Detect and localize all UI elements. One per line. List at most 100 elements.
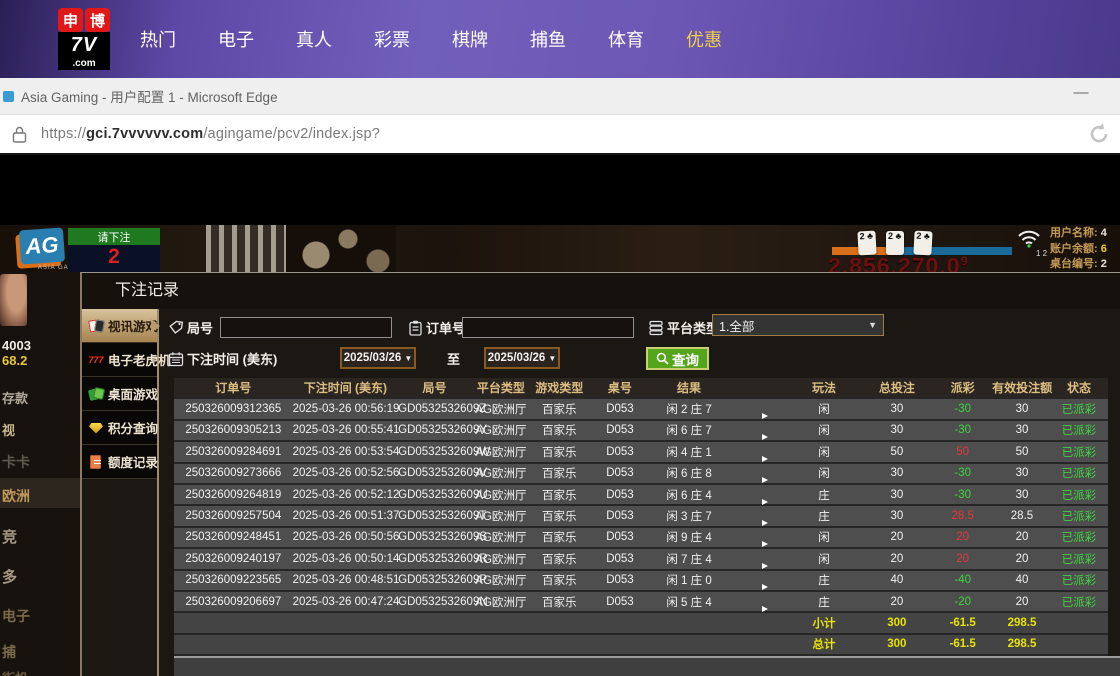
- cell-payout: -30: [933, 467, 992, 479]
- cell-platform: AG欧洲厅: [471, 422, 531, 438]
- date-from-picker[interactable]: 2025/03/26 ▼: [340, 347, 416, 369]
- minimize-button[interactable]: —: [1066, 84, 1096, 101]
- cell-valid: 20: [992, 553, 1052, 565]
- cell-table: D053: [588, 553, 652, 565]
- column-header: 下注时间 (美东): [293, 379, 399, 396]
- cell-result: 闲 6 庄 8: [652, 465, 726, 481]
- cell-total: 20: [860, 553, 933, 565]
- cell-platform: AG欧洲厅: [471, 508, 531, 524]
- table-row: 2503260093052132025-03-26 00:55:41GD0532…: [174, 421, 1108, 442]
- bet-records-table: 订单号下注时间 (美东)局号平台类型游戏类型桌号结果玩法总投注派彩有效投注额状态…: [174, 378, 1108, 656]
- cell-platform: AG欧洲厅: [471, 487, 531, 503]
- sidebar-item-label: 积分查询: [108, 418, 158, 437]
- cell-status: 已派彩: [1052, 572, 1106, 588]
- sidebar-item-label: 视讯游戏: [108, 316, 158, 335]
- cell-order: 250326009305213: [174, 424, 293, 436]
- sidebar-item-3[interactable]: 桌面游戏: [82, 377, 157, 411]
- sidebar-item-2[interactable]: 777电子老虎机: [82, 343, 157, 377]
- cell-valid: 30: [992, 467, 1052, 479]
- platform-select[interactable]: 1.全部 ▼: [712, 314, 884, 336]
- column-header: 派彩: [933, 379, 992, 396]
- cell-total: 30: [860, 403, 933, 415]
- cell-valid: 20: [992, 596, 1052, 608]
- sidebar-item-1[interactable]: 视讯游戏: [82, 309, 157, 343]
- cell-result: 闲 4 庄 1: [652, 444, 726, 460]
- summary-label: 总计: [788, 636, 861, 652]
- table-games-icon: [88, 386, 104, 402]
- nav-item-7[interactable]: 体育: [608, 26, 644, 52]
- cell-platform: AG欧洲厅: [471, 572, 531, 588]
- magnifier-icon: [656, 352, 669, 365]
- cell-valid: 30: [992, 489, 1052, 501]
- url-text[interactable]: https://gci.7vvvvvv.com/agingame/pcv2/in…: [41, 126, 380, 142]
- curtain-stripes: [206, 225, 286, 272]
- nav-item-2[interactable]: 电子: [218, 26, 254, 52]
- browser-urlbar[interactable]: https://gci.7vvvvvv.com/agingame/pcv2/in…: [0, 115, 1120, 155]
- cell-result: 闲 9 庄 4: [652, 529, 726, 545]
- cell-status: 已派彩: [1052, 465, 1106, 481]
- site-logo[interactable]: 申 博 7V .com: [58, 8, 112, 70]
- to-label: 至: [447, 349, 460, 368]
- table-row: 2503260093123652025-03-26 00:56:19GD0532…: [174, 399, 1108, 420]
- nav-item-4[interactable]: 彩票: [374, 26, 410, 52]
- site-nav: 申 博 7V .com 热门 电子 真人 彩票 棋牌 捕鱼 体育 优惠: [0, 0, 1120, 78]
- cell-payout: -30: [933, 489, 992, 501]
- nav-item-1[interactable]: 热门: [140, 26, 176, 52]
- summary-cell: -61.5: [933, 617, 992, 629]
- date-to-picker[interactable]: 2025/03/26 ▼: [484, 347, 560, 369]
- cell-result: 闲 1 庄 0: [652, 572, 726, 588]
- cell-payout: 28.5: [933, 510, 992, 522]
- summary-cell: 300: [860, 638, 933, 650]
- cell-game: 百家乐: [531, 422, 588, 438]
- cell-time: 2025-03-26 00:47:24: [293, 596, 399, 608]
- sidebar-item-5[interactable]: 额度记录: [82, 445, 157, 479]
- cell-game: 百家乐: [531, 529, 588, 545]
- logo-char-2: 博: [85, 8, 110, 32]
- background-text-fragment: 4003: [2, 338, 31, 353]
- order-input[interactable]: [462, 317, 634, 338]
- modal-title: 下注记录: [82, 273, 1120, 309]
- search-button[interactable]: 查询: [646, 347, 709, 370]
- cell-round: GD0532532609R: [398, 553, 471, 565]
- gem-icon: [88, 420, 104, 436]
- cell-table: D053: [588, 596, 652, 608]
- cell-bet: 闲: [788, 551, 861, 567]
- column-header: 状态: [1052, 379, 1106, 396]
- cell-round: GD0532532609V: [398, 467, 471, 479]
- round-input[interactable]: [220, 317, 392, 338]
- cell-order: 250326009223565: [174, 574, 293, 586]
- table-row: 2503260092846912025-03-26 00:53:54GD0532…: [174, 442, 1108, 463]
- column-header: 玩法: [788, 379, 861, 396]
- nav-item-8[interactable]: 优惠: [686, 26, 722, 52]
- column-header: 订单号: [174, 379, 293, 396]
- date-to-value: 2025/03/26: [488, 352, 546, 364]
- cell-order: 250326009240197: [174, 553, 293, 565]
- sidebar-item-4[interactable]: 积分查询: [82, 411, 157, 445]
- order-label: 订单号: [426, 318, 465, 337]
- tag-icon: [168, 320, 184, 336]
- cell-valid: 30: [992, 403, 1052, 415]
- background-text-fragment: 竞: [2, 526, 17, 547]
- date-from-value: 2025/03/26: [344, 352, 402, 364]
- cell-bet: 闲: [788, 465, 861, 481]
- summary-cell: 298.5: [992, 617, 1052, 629]
- summary-label: 小计: [788, 615, 861, 631]
- nav-item-6[interactable]: 捕鱼: [530, 26, 566, 52]
- playing-card: 2 ♣: [886, 231, 904, 255]
- cell-result: 闲 2 庄 7: [652, 401, 726, 417]
- playing-card: 2 ♣: [913, 231, 932, 256]
- cell-game: 百家乐: [531, 444, 588, 460]
- refresh-icon[interactable]: [1086, 121, 1112, 147]
- modal-sidebar: 视讯游戏 777电子老虎机桌面游戏积分查询额度记录: [82, 309, 159, 676]
- cell-bet: 庄: [788, 487, 861, 503]
- logo-char-1: 申: [58, 8, 83, 32]
- background-text-fragment: 68.2: [2, 353, 27, 368]
- sidebar-item-label: 额度记录: [108, 452, 158, 471]
- cell-status: 已派彩: [1052, 401, 1106, 417]
- background-text-fragment: 电子: [2, 606, 30, 626]
- nav-item-3[interactable]: 真人: [296, 26, 332, 52]
- nav-item-5[interactable]: 棋牌: [452, 26, 488, 52]
- round-label: 局号: [187, 318, 213, 337]
- cell-platform: AG欧洲厅: [471, 529, 531, 545]
- cell-time: 2025-03-26 00:50:56: [293, 531, 399, 543]
